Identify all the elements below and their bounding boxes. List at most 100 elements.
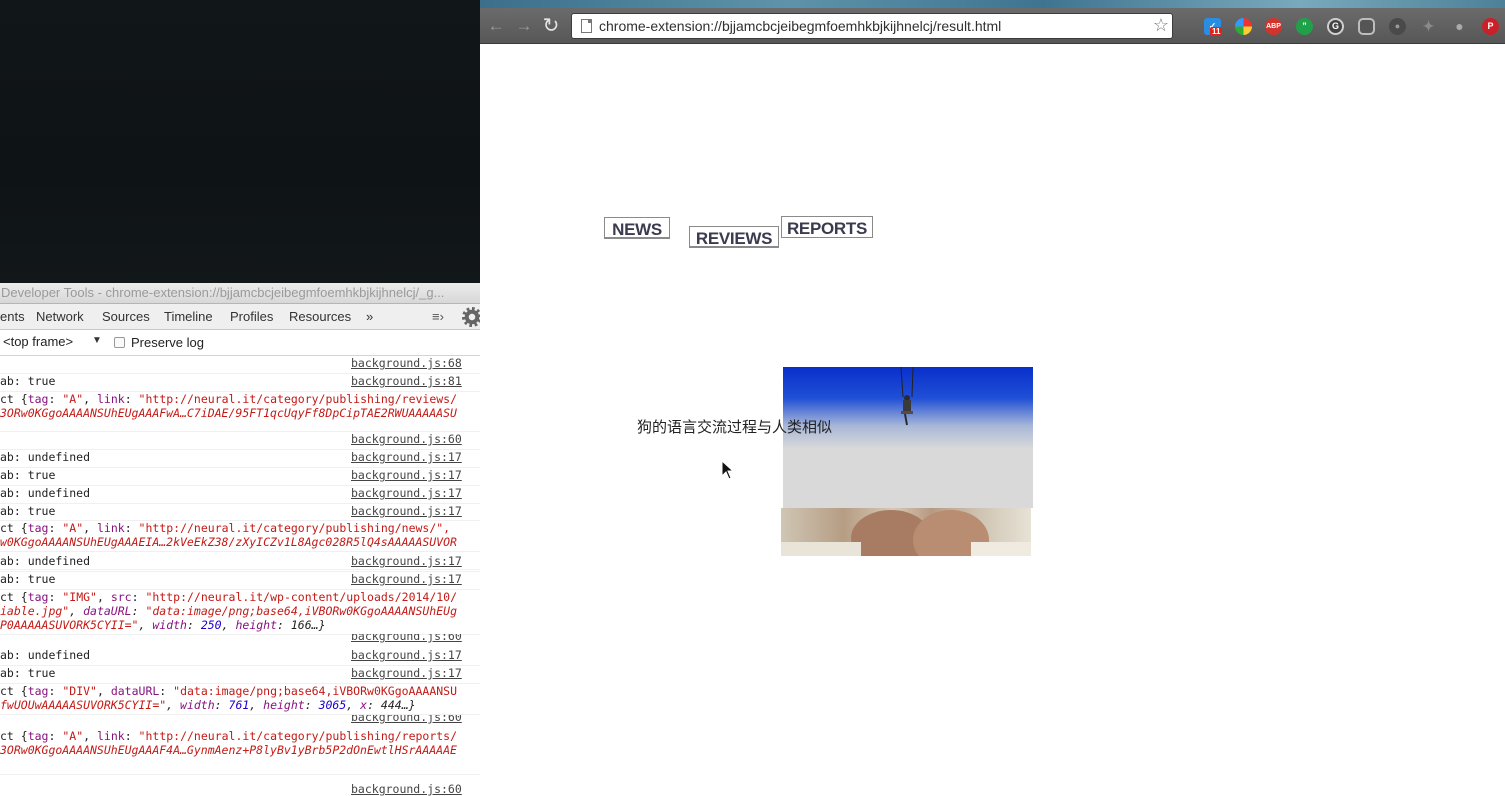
prop-value: "A" [62,521,84,535]
console-drawer-icon[interactable]: ≡› [432,309,444,324]
browser-window: ← → ↻ chrome-extension://bjjamcbcjeibegm… [480,0,1505,796]
source-link[interactable]: background.js:60 [351,432,462,446]
nav-reviews[interactable]: REVIEWS [689,226,779,248]
prop-name: link [96,729,125,743]
chrome-pie-icon[interactable] [1235,18,1252,35]
dot-icon[interactable]: ● [1451,18,1468,35]
adblock-plus-icon[interactable]: ABP [1265,18,1282,35]
devtools-window: Developer Tools - chrome-extension://bjj… [0,283,480,796]
object-preview: ct {tag: "A", link: "http://neural.it/ca… [0,392,458,406]
tab-elements[interactable]: ents [0,308,25,326]
pinterest-icon[interactable]: P [1482,18,1499,35]
prop-value: "http://neural.it/category/publishing/ne… [138,521,451,535]
console-message: ab: true [0,374,56,388]
console-object[interactable]: ct {tag: "IMG", src: "http://neural.it/w… [0,590,480,635]
devtools-tabbar: ents Network Sources Timeline Profiles R… [0,304,480,330]
console-message: ab: true [0,572,56,586]
prop-value: "DIV" [62,684,97,698]
prop-name: tag [27,590,49,604]
source-link[interactable]: background.js:17 [351,572,462,586]
hangouts-icon[interactable]: ” [1296,18,1313,35]
tab-profiles[interactable]: Profiles [230,308,273,326]
source-link[interactable]: background.js:60 [351,782,462,796]
object-continuation: 3ORw0KGgoAAAANSUhEUgAAAFwA…C7iDAE/95FT1q… [0,406,457,420]
preserve-log-checkbox[interactable] [114,337,125,348]
object-continuation: P0AAAAASUVORK5CYII=", width: 250, height… [0,618,326,632]
object-preview: ct {tag: "DIV", dataURL: "data:image/png… [0,684,458,698]
pocket-icon[interactable] [1358,18,1375,35]
address-bar[interactable]: chrome-extension://bjjamcbcjeibegmfoemhk… [571,13,1173,39]
source-link[interactable]: background.js:17 [351,450,462,464]
console-line: ab: true background.js:17 [0,572,480,590]
object-continuation: w0KGgoAAAANSUhEUgAAAEIA…2kVeEkZ38/zXyICZ… [0,535,457,549]
source-link[interactable]: background.js:17 [351,666,462,680]
console-line: ab: true background.js:17 [0,504,480,521]
console-object[interactable]: ct {tag: "DIV", dataURL: "data:image/png… [0,684,480,715]
source-link[interactable]: background.js:17 [351,648,462,662]
console-object[interactable]: ct {tag: "A", link: "http://neural.it/ca… [0,521,480,552]
source-link[interactable]: background.js:68 [351,356,462,370]
console-line: ab: undefined background.js:17 [0,648,480,666]
console-line: background.js:60 [0,432,480,450]
object-continuation: fwUOUwAAAAASUVORK5CYII=", width: 761, he… [0,698,416,712]
source-link[interactable]: background.js:17 [351,468,462,482]
object-preview: ct {tag: "IMG", src: "http://neural.it/w… [0,590,458,604]
object-open: ct { [0,684,28,698]
console-message: ab: true [0,666,56,680]
object-preview: ct {tag: "A", link: "http://neural.it/ca… [0,729,458,743]
console-message: ab: true [0,504,56,518]
tab-timeline[interactable]: Timeline [164,308,213,326]
object-open: ct { [0,521,28,535]
source-link[interactable]: background.js:60 [351,715,462,724]
prop-value: "http://neural.it/category/publishing/re… [138,392,458,406]
source-link[interactable]: background.js:60 [351,634,462,643]
frame-selector[interactable]: <top frame> [3,334,73,349]
article-caption[interactable]: 狗的语言交流过程与人类相似 [637,416,832,437]
tab-sources[interactable]: Sources [102,308,150,326]
prop-value: "A" [62,392,84,406]
object-open: ct { [0,590,28,604]
console-line: ab: true background.js:17 [0,468,480,486]
article-image-swing[interactable] [783,367,1033,508]
puzzle-icon[interactable]: ✦ [1420,18,1437,35]
console-line: ab: undefined background.js:17 [0,554,480,572]
circle-g-icon[interactable]: G [1327,18,1344,35]
object-open: ct { [0,392,28,406]
page-icon [581,19,592,33]
more-tabs-icon[interactable]: » [366,308,373,326]
prop-value: "http://neural.it/wp-content/uploads/201… [145,590,458,604]
console-object[interactable]: ct {tag: "A", link: "http://neural.it/ca… [0,392,480,432]
source-link[interactable]: background.js:17 [351,504,462,518]
console-output: background.js:68 ab: true background.js:… [0,356,480,796]
source-link[interactable]: background.js:17 [351,486,462,500]
mouse-cursor-icon [721,460,735,480]
nav-reports[interactable]: REPORTS [781,216,873,238]
object-preview: ct {tag: "A", link: "http://neural.it/ca… [0,521,451,535]
console-line: background.js:68 [0,356,480,374]
source-link[interactable]: background.js:81 [351,374,462,388]
back-icon[interactable]: ← [486,16,506,36]
console-message: ab: undefined [0,450,91,464]
camera-icon[interactable]: ● [1389,18,1406,35]
article-image-kiss[interactable] [781,508,1031,556]
prop-name: dataURL [110,684,160,698]
bookmark-star-icon[interactable]: ☆ [1153,15,1169,36]
tab-network[interactable]: Network [36,308,84,326]
object-open: ct { [0,729,28,743]
console-message: ab: undefined [0,554,91,568]
console-line: background.js:60 [0,775,480,796]
forward-icon[interactable]: → [514,16,534,36]
checklist-icon[interactable]: ✓ 11 [1204,18,1223,36]
console-line: ab: true background.js:17 [0,666,480,684]
source-link[interactable]: background.js:17 [351,554,462,568]
prop-value: "IMG" [62,590,97,604]
gear-icon[interactable] [462,307,480,327]
nav-news[interactable]: NEWS [604,217,670,239]
reload-icon[interactable]: ↻ [541,16,561,36]
prop-value: "data:image/png;base64,iVBORw0KGgoAAAANS… [173,684,458,698]
result-page: NEWS REVIEWS REPORTS 狗的语言交流过程与人类相似 [480,45,1505,796]
dropdown-arrow-icon[interactable]: ▼ [92,335,102,346]
console-object[interactable]: ct {tag: "A", link: "http://neural.it/ca… [0,729,480,775]
tab-strip [480,0,1505,8]
tab-resources[interactable]: Resources [289,308,351,326]
